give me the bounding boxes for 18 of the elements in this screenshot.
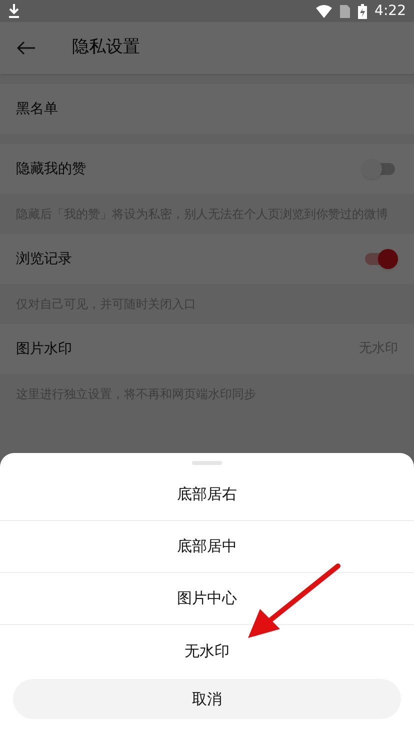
battery-icon bbox=[358, 4, 367, 18]
sheet-option[interactable]: 无水印 bbox=[0, 625, 414, 677]
page-title: 隐私设置 bbox=[72, 36, 140, 60]
settings-row[interactable]: 隐藏我的赞 bbox=[0, 144, 414, 194]
sheet-option[interactable]: 底部居右 bbox=[0, 469, 414, 521]
download-icon bbox=[8, 4, 20, 18]
no-sim-icon bbox=[340, 4, 350, 18]
settings-row[interactable]: 黑名单 bbox=[0, 84, 414, 134]
back-icon[interactable] bbox=[16, 41, 36, 55]
status-time: 4:22 bbox=[374, 2, 406, 20]
sheet-option[interactable]: 底部居中 bbox=[0, 521, 414, 573]
row-label: 黑名单 bbox=[16, 100, 58, 118]
cancel-button[interactable]: 取消 bbox=[13, 679, 401, 719]
row-label: 浏览记录 bbox=[16, 250, 72, 268]
wifi-icon bbox=[316, 4, 332, 18]
row-label: 隐藏我的赞 bbox=[16, 160, 86, 178]
settings-row[interactable]: 浏览记录 bbox=[0, 234, 414, 284]
row-label: 图片水印 bbox=[16, 340, 72, 358]
